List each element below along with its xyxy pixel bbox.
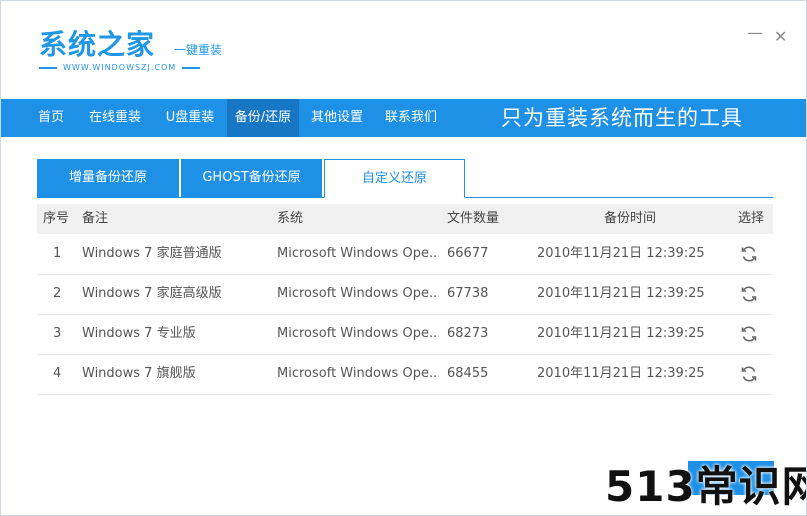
row-system: Microsoft Windows Ope... <box>277 326 439 341</box>
row-note: Windows 7 专业版 <box>82 326 196 341</box>
app-url: WWW.WINDOWSZJ.COM <box>39 63 229 72</box>
column-header-file-count: 文件数量 <box>447 211 500 226</box>
nav-item-usb-reinstall[interactable]: U盘重装 <box>157 99 223 137</box>
row-index: 2 <box>53 286 62 301</box>
column-header-system: 系统 <box>277 211 304 226</box>
row-index: 3 <box>53 326 62 341</box>
app-subtitle: 一键重装 <box>174 43 223 57</box>
row-file-count: 66677 <box>447 246 489 261</box>
nav-item-contact-us[interactable]: 联系我们 <box>377 99 445 137</box>
tab-ghost-backup[interactable]: GHOST备份还原 <box>181 159 322 197</box>
nav-item-online-reinstall[interactable]: 在线重装 <box>81 99 149 137</box>
restore-icon[interactable] <box>740 365 758 383</box>
restore-icon[interactable] <box>740 285 758 303</box>
restore-icon[interactable] <box>740 245 758 263</box>
column-header-note: 备注 <box>82 211 109 226</box>
row-backup-time: 2010年11月21日 12:39:25 <box>537 326 705 341</box>
row-system: Microsoft Windows Ope... <box>277 286 439 301</box>
row-backup-time: 2010年11月21日 12:39:25 <box>537 246 705 261</box>
row-file-count: 68455 <box>447 366 489 381</box>
table-row[interactable]: 2 Windows 7 家庭高级版 Microsoft Windows Ope.… <box>37 274 773 315</box>
row-system: Microsoft Windows Ope... <box>277 366 439 381</box>
divider <box>182 66 201 69</box>
row-backup-time: 2010年11月21日 12:39:25 <box>537 286 705 301</box>
close-button[interactable]: ✕ <box>774 27 787 46</box>
row-note: Windows 7 旗舰版 <box>82 366 196 381</box>
tab-bar: 增量备份还原 GHOST备份还原 自定义还原 <box>37 159 773 198</box>
app-url-text: WWW.WINDOWSZJ.COM <box>63 63 177 72</box>
column-header-backup-time: 备份时间 <box>604 211 657 226</box>
row-file-count: 67738 <box>447 286 489 301</box>
minimize-button[interactable]: — <box>747 23 763 42</box>
row-system: Microsoft Windows Ope... <box>277 246 439 261</box>
nav-item-backup-restore[interactable]: 备份/还原 <box>227 99 299 137</box>
tab-incremental-backup[interactable]: 增量备份还原 <box>37 159 179 197</box>
slogan: 只为重装系统而生的工具 <box>501 106 743 130</box>
row-file-count: 68273 <box>447 326 489 341</box>
row-index: 1 <box>53 246 62 261</box>
table-row[interactable]: 3 Windows 7 专业版 Microsoft Windows Ope...… <box>37 314 773 355</box>
restore-icon[interactable] <box>740 325 758 343</box>
row-index: 4 <box>53 366 62 381</box>
divider <box>39 66 57 69</box>
watermark: 513常识网 <box>605 462 807 511</box>
tab-custom-restore[interactable]: 自定义还原 <box>324 159 465 198</box>
table-row[interactable]: 1 Windows 7 家庭普通版 Microsoft Windows Ope.… <box>37 234 773 275</box>
logo: 系统之家 一键重装 WWW.WINDOWSZJ.COM <box>39 23 222 72</box>
row-backup-time: 2010年11月21日 12:39:25 <box>537 366 705 381</box>
app-window: 系统之家 一键重装 WWW.WINDOWSZJ.COM — ✕ 首页 在线重装 … <box>0 0 807 516</box>
table-header: 序号 备注 系统 文件数量 备份时间 选择 <box>37 204 773 234</box>
app-title: 系统之家 <box>39 28 156 61</box>
column-header-index: 序号 <box>43 211 70 226</box>
nav-item-home[interactable]: 首页 <box>29 99 73 137</box>
nav-bar: 首页 在线重装 U盘重装 备份/还原 其他设置 联系我们 只为重装系统而生的工具 <box>1 99 806 137</box>
nav-item-other-settings[interactable]: 其他设置 <box>303 99 371 137</box>
row-note: Windows 7 家庭普通版 <box>82 246 222 261</box>
table-row[interactable]: 4 Windows 7 旗舰版 Microsoft Windows Ope...… <box>37 354 773 395</box>
column-header-select: 选择 <box>738 211 765 226</box>
row-note: Windows 7 家庭高级版 <box>82 286 222 301</box>
